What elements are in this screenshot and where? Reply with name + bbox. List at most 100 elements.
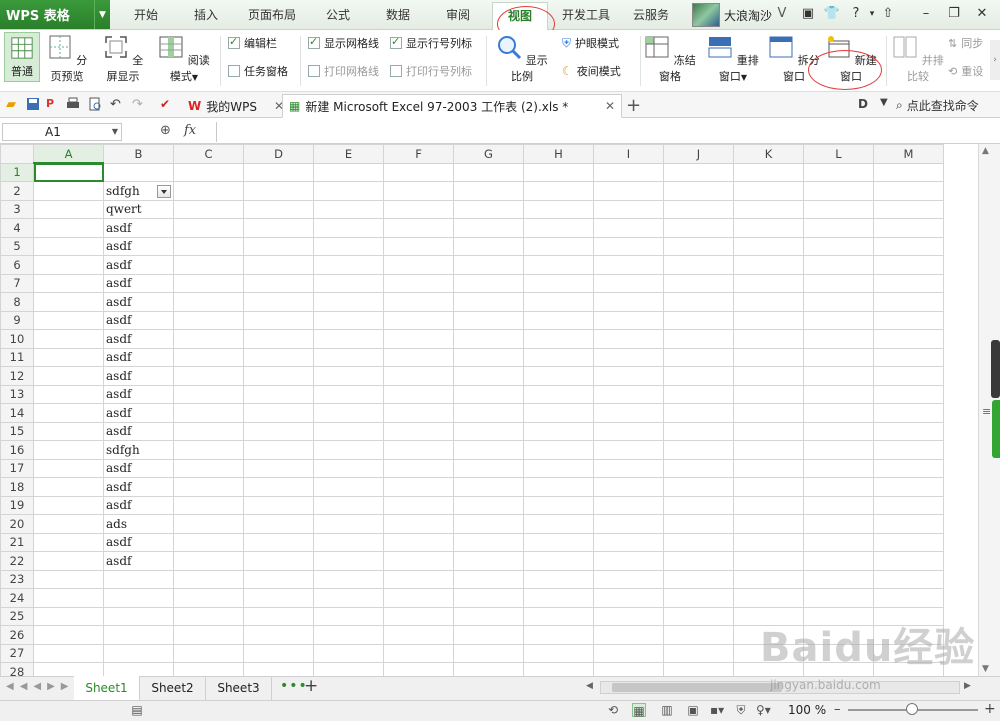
scroll-left-icon[interactable]: ◀ [586,681,593,691]
cell[interactable] [873,310,944,330]
cell[interactable] [873,273,944,293]
cell[interactable] [453,236,524,256]
command-search[interactable]: ⌕ 点此查找命令 [896,97,979,114]
cell[interactable]: asdf [103,421,174,441]
row-header[interactable]: 19 [0,495,34,515]
cell[interactable]: sdfgh [103,440,174,460]
filter-dropdown-icon[interactable] [157,184,171,198]
cell[interactable] [663,384,734,404]
cell[interactable] [383,551,454,571]
spreadsheet-grid[interactable]: ABCDEFGHIJKLM 1 2 sdfgh 3 qwert 4 asdf 5 asdf 6 as… [0,144,978,676]
cell[interactable] [173,588,244,608]
cell[interactable] [593,366,664,386]
cell[interactable] [733,551,804,571]
cell[interactable] [173,551,244,571]
cell[interactable] [313,310,384,330]
cell[interactable]: asdf [103,236,174,256]
cell[interactable] [173,218,244,238]
cell[interactable] [173,162,244,182]
cell[interactable] [593,403,664,423]
cell[interactable] [523,329,594,349]
cell[interactable] [663,199,734,219]
cell[interactable] [593,255,664,275]
cell[interactable] [243,495,314,515]
cell[interactable] [383,199,454,219]
cell[interactable] [453,366,524,386]
tab-review[interactable]: 审阅 [436,6,480,26]
cell[interactable] [33,532,104,552]
cell[interactable] [523,199,594,219]
row-header[interactable]: 16 [0,440,34,460]
cell[interactable] [593,329,664,349]
cell[interactable] [593,440,664,460]
zoom-in-icon[interactable]: + [984,701,996,717]
cell[interactable] [453,440,524,460]
cell[interactable] [453,569,524,589]
cell[interactable] [243,458,314,478]
sheet-tab-sheet3[interactable]: Sheet3 [206,676,272,700]
cell[interactable] [873,236,944,256]
cell[interactable] [383,606,454,626]
show-gridlines-toggle[interactable]: 显示网格线 [308,34,379,52]
cell[interactable] [173,458,244,478]
checkbox-checked[interactable] [308,35,320,49]
cell[interactable] [313,606,384,626]
avatar[interactable] [692,3,720,27]
cell[interactable] [523,625,594,645]
column-header-k[interactable]: K [733,144,804,164]
cell[interactable] [383,569,454,589]
cell[interactable] [383,625,454,645]
cell[interactable] [523,384,594,404]
cell[interactable] [873,477,944,497]
cell[interactable] [803,532,874,552]
cell[interactable] [383,440,454,460]
cell[interactable] [313,199,384,219]
cell[interactable]: asdf [103,255,174,275]
normal-view-status-icon[interactable]: ▦ [632,703,646,718]
cell[interactable] [243,255,314,275]
row-header[interactable]: 2 [0,181,34,201]
cell[interactable] [733,569,804,589]
cell[interactable] [243,162,314,182]
cell[interactable] [803,458,874,478]
cell[interactable] [453,458,524,478]
cell[interactable] [873,218,944,238]
cell[interactable] [313,569,384,589]
cell[interactable] [453,477,524,497]
formula-input[interactable] [216,122,1000,142]
cell[interactable] [243,347,314,367]
zoom-ratio-button[interactable]: 显示比例 [494,34,550,84]
cell[interactable] [873,366,944,386]
cell[interactable] [523,643,594,663]
cell[interactable] [453,625,524,645]
cell[interactable]: qwert [103,199,174,219]
cell[interactable] [873,181,944,201]
cell[interactable] [33,440,104,460]
column-header-g[interactable]: G [453,144,524,164]
cell[interactable] [523,458,594,478]
cell[interactable] [663,403,734,423]
cell[interactable] [593,421,664,441]
checkbox-unchecked[interactable] [228,65,240,77]
cell[interactable] [313,458,384,478]
cell[interactable] [593,643,664,663]
chevron-down-icon[interactable]: ▼ [880,97,888,108]
cell[interactable] [173,384,244,404]
cell[interactable] [243,532,314,552]
sheet-tab-sheet2[interactable]: Sheet2 [140,676,206,700]
cell[interactable] [593,273,664,293]
close-icon[interactable]: ✕ [605,99,615,113]
scroll-up-icon[interactable]: ▲ [982,146,989,156]
cell[interactable] [173,421,244,441]
row-header[interactable]: 25 [0,606,34,626]
cell[interactable] [803,588,874,608]
cell[interactable] [33,421,104,441]
tab-home[interactable]: 开始 [124,6,168,26]
cell[interactable] [803,273,874,293]
cell[interactable] [733,347,804,367]
tab-data[interactable]: 数据 [376,6,420,26]
column-header-m[interactable]: M [873,144,944,164]
cell[interactable] [593,606,664,626]
cell[interactable] [173,310,244,330]
cell[interactable] [733,199,804,219]
